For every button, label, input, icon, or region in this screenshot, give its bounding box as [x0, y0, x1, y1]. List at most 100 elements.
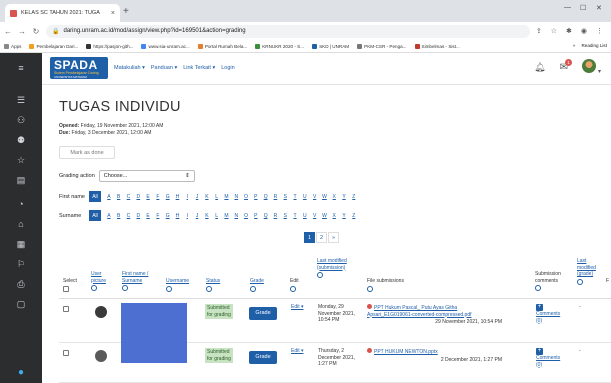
initial-letter-p[interactable]: P [251, 213, 261, 219]
collapse-icon[interactable] [367, 285, 373, 292]
initial-letter-w[interactable]: W [320, 213, 330, 219]
initial-letter-a[interactable]: A [104, 213, 114, 219]
initial-letter-o[interactable]: O [241, 213, 251, 219]
initial-letter-n[interactable]: N [231, 213, 241, 219]
minimize-icon[interactable]: — [564, 4, 571, 11]
initial-letter-d[interactable]: D [133, 213, 143, 219]
first-name-all[interactable]: All [89, 191, 101, 202]
add-comment-icon[interactable]: + [536, 348, 543, 355]
initial-letter-k[interactable]: K [202, 194, 212, 200]
initial-letter-t[interactable]: T [290, 213, 300, 219]
back-icon[interactable]: ← [4, 27, 12, 36]
edit-menu[interactable]: Edit ▾ [291, 348, 304, 355]
grade-button[interactable]: Grade [249, 351, 277, 364]
file-link[interactable]: PPT Hukum Pascal_ Putu Ayas Githa Apsari… [367, 305, 472, 318]
th-last-modified-grade[interactable]: Last modified (grade) [577, 258, 603, 287]
initial-letter-b[interactable]: B [114, 213, 124, 219]
bookmark-item[interactable]: PKM-CSR - Penga... [357, 43, 407, 49]
list-icon[interactable]: ☰ [0, 95, 42, 106]
group-icon[interactable]: ⚉ [0, 135, 42, 146]
bookmark-item[interactable]: https://pasjon-gith... [86, 43, 133, 49]
initial-letter-g[interactable]: G [163, 213, 173, 219]
extension-icon[interactable]: ✱ [566, 27, 572, 35]
initial-letter-f[interactable]: F [153, 213, 163, 219]
initial-letter-j[interactable]: J [192, 213, 202, 219]
initial-letter-h[interactable]: H [173, 213, 183, 219]
initial-letter-i[interactable]: I [182, 194, 192, 200]
reload-icon[interactable]: ↻ [32, 27, 40, 36]
th-status[interactable]: Status [206, 278, 220, 294]
page-2[interactable]: 2 [316, 232, 327, 243]
initial-letter-b[interactable]: B [114, 194, 124, 200]
mark-as-done-button[interactable]: Mark as done [59, 146, 115, 159]
th-grade[interactable]: Grade [250, 278, 264, 294]
initial-letter-z[interactable]: Z [349, 194, 359, 200]
initial-letter-l[interactable]: L [212, 213, 222, 219]
initial-letter-z[interactable]: Z [349, 213, 359, 219]
url-field[interactable]: 🔒 daring.unram.ac.id/mod/assign/view.php… [46, 24, 530, 38]
initial-letter-n[interactable]: N [231, 194, 241, 200]
select-all-checkbox[interactable] [63, 285, 69, 292]
bookmark-item[interactable]: Simbelmas - Sist... [414, 43, 460, 49]
initial-letter-x[interactable]: X [329, 213, 339, 219]
page-1[interactable]: 1 [304, 232, 315, 243]
bookmark-item[interactable]: Portal Rumah Bela... [197, 43, 247, 49]
user-picture[interactable] [95, 350, 107, 362]
menu-link-terkait[interactable]: Link Terkait ▾ [183, 65, 215, 71]
th-name[interactable]: First name / Surname [122, 271, 160, 294]
initial-letter-q[interactable]: Q [261, 194, 271, 200]
menu-login[interactable]: Login [221, 65, 234, 71]
bookmark-item[interactable]: SKD | UNRAM [312, 43, 349, 49]
initial-letter-j[interactable]: J [192, 194, 202, 200]
initial-letter-r[interactable]: R [271, 213, 281, 219]
dashboard-icon[interactable]: ◔ [0, 199, 42, 209]
tab-close-icon[interactable]: × [111, 10, 115, 17]
initial-letter-p[interactable]: P [251, 194, 261, 200]
user-menu[interactable]: ▾ [581, 59, 601, 75]
grades-icon[interactable]: ▤ [0, 175, 42, 186]
initial-letter-g[interactable]: G [163, 194, 173, 200]
bookmark-item[interactable]: www.sia-unram.ac... [141, 43, 190, 49]
collapse-icon[interactable] [290, 285, 296, 292]
initial-letter-e[interactable]: E [143, 213, 153, 219]
star-nav-icon[interactable]: ☆ [0, 155, 42, 166]
share-icon[interactable]: ⇪ [536, 27, 542, 35]
grade-button[interactable]: Grade [249, 307, 277, 320]
notification-bell-icon[interactable]: 🔔︎ [534, 62, 545, 73]
row-checkbox[interactable] [63, 306, 69, 312]
home-icon[interactable]: ⌂ [0, 219, 42, 229]
add-comment-icon[interactable]: + [536, 304, 543, 311]
bookmark-item[interactable]: Apps [4, 43, 21, 49]
menu-panduan[interactable]: Panduan ▾ [151, 65, 177, 71]
bookmark-item[interactable]: Pembelajaran Dari... [29, 43, 78, 49]
initial-letter-x[interactable]: X [329, 194, 339, 200]
row-checkbox[interactable] [63, 350, 69, 356]
user-picture[interactable] [95, 306, 107, 318]
initial-letter-v[interactable]: V [310, 213, 320, 219]
more-bookmarks-icon[interactable]: » [573, 43, 576, 48]
initial-letter-y[interactable]: Y [339, 194, 349, 200]
courses-icon[interactable]: ▢ [0, 299, 42, 310]
browser-tab[interactable]: KELAS SC TAHUN 2021: TUGA × [5, 4, 120, 22]
initial-letter-u[interactable]: U [300, 213, 310, 219]
initial-letter-e[interactable]: E [143, 194, 153, 200]
initial-letter-c[interactable]: C [124, 194, 134, 200]
file-link[interactable]: PPT HUKUM NEWTON.pptx [374, 349, 438, 355]
collapse-icon[interactable] [535, 285, 541, 291]
menu-matakuliah[interactable]: Matakuliah ▾ [114, 65, 145, 71]
initial-letter-h[interactable]: H [173, 194, 183, 200]
th-last-modified-submission[interactable]: Last modified (submission) [317, 258, 353, 281]
initial-letter-m[interactable]: M [222, 213, 232, 219]
initial-letter-y[interactable]: Y [339, 213, 349, 219]
calendar-icon[interactable]: ▦ [0, 239, 42, 250]
initial-letter-l[interactable]: L [212, 194, 222, 200]
surname-all[interactable]: All [89, 210, 101, 221]
star-icon[interactable]: ☆ [551, 27, 557, 35]
initial-letter-t[interactable]: T [290, 194, 300, 200]
profile-icon[interactable]: ◉ [581, 27, 587, 35]
initial-letter-w[interactable]: W [320, 194, 330, 200]
new-tab-button[interactable]: + [123, 6, 129, 17]
reading-list[interactable]: Reading List [581, 43, 607, 48]
initial-letter-v[interactable]: V [310, 194, 320, 200]
initial-letter-k[interactable]: K [202, 213, 212, 219]
